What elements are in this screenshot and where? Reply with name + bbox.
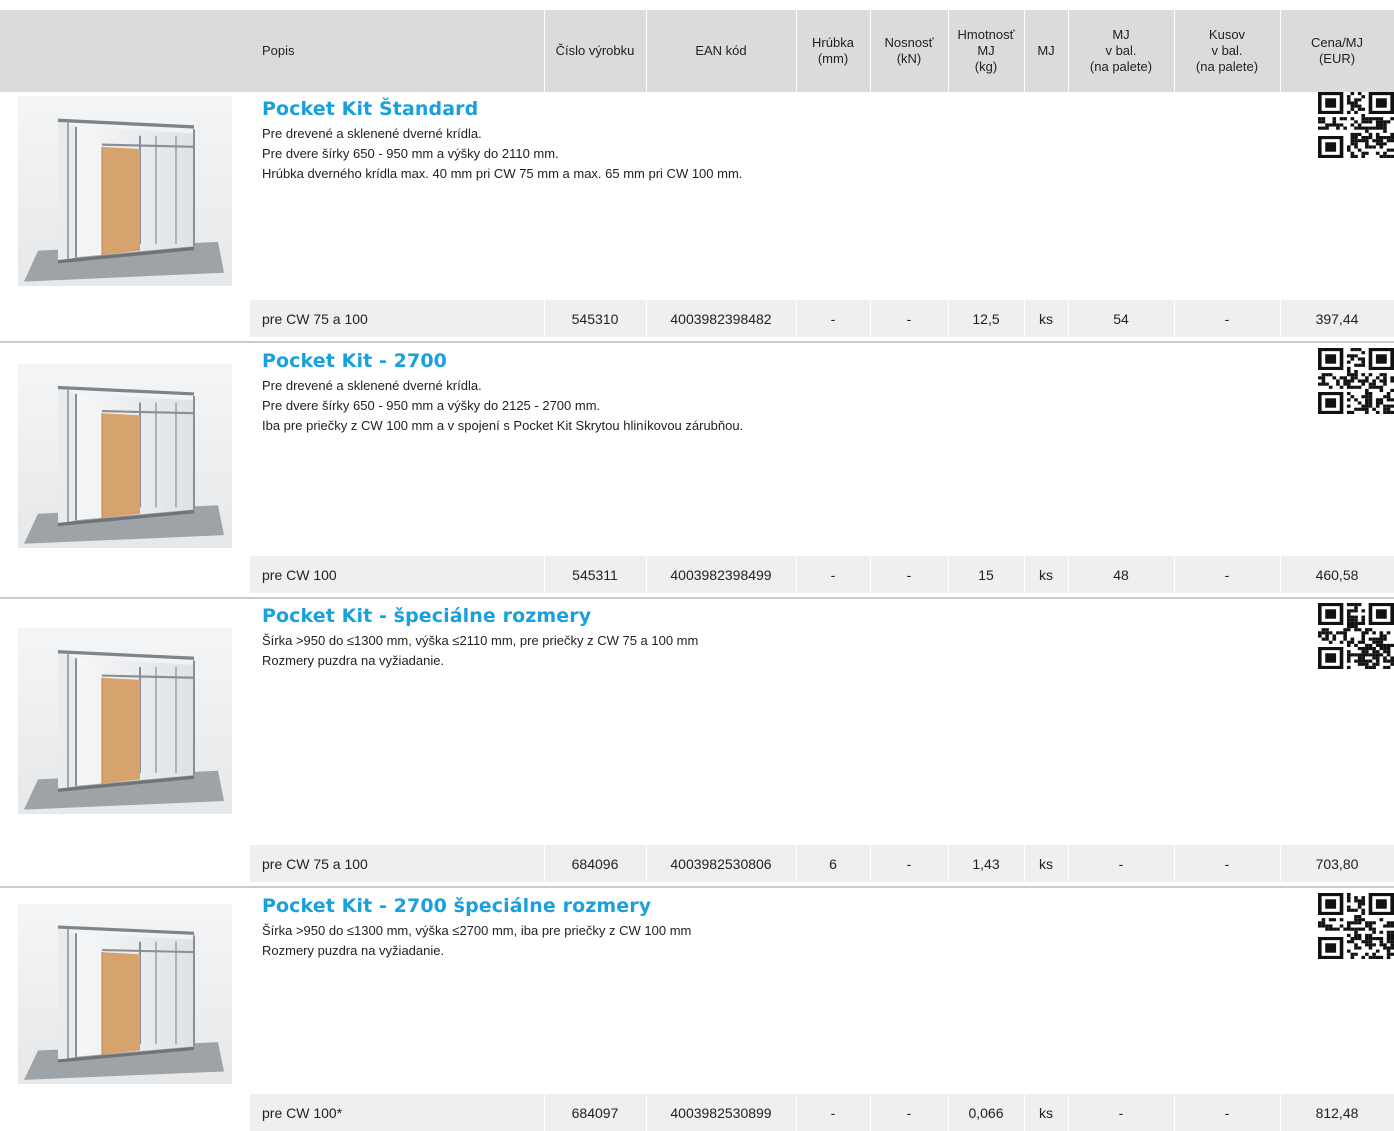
column-header-cena: Cena/MJ (EUR) (1310, 35, 1364, 66)
table-row: pre CW 100 545311 4003982398499 - - 15 ks 48 - 46… (250, 556, 1394, 593)
product-description-line: Pre dvere šírky 650 - 950 mm a výšky do … (262, 398, 601, 413)
product-description-line: Pre drevené a sklenené dverné krídla. (262, 126, 482, 141)
product-title: Pocket Kit Štandard (262, 98, 479, 120)
table-cell-cena: 460,58 (1315, 566, 1359, 583)
table-cell-cislo: 684096 (571, 855, 619, 872)
table-cell-ean: 4003982398482 (670, 310, 772, 327)
product-description-line: Rozmery puzdra na vyžiadanie. (262, 653, 445, 668)
table-cell-hrubka: 6 (829, 855, 837, 872)
table-cell-nosnost: - (906, 1104, 912, 1121)
table-cell-hmotnost: 15 (978, 566, 994, 583)
product-description: Pre drevené a sklenené dverné krídla. Pre… (262, 124, 742, 184)
column-header-kusov-v-bal: Kusov v bal. (na palete) (1195, 27, 1259, 74)
product-divider (0, 341, 1394, 343)
table-cell-popis: pre CW 100* (262, 1104, 343, 1121)
table-cell-ean: 4003982530806 (670, 855, 772, 872)
table-cell-popis: pre CW 100 (262, 566, 337, 583)
product-description-line: Šírka >950 do ≤1300 mm, výška ≤2700 mm, … (262, 923, 692, 938)
table-cell-kusov: - (1224, 566, 1230, 583)
table-cell-hrubka: - (830, 1104, 836, 1121)
table-cell-mj: ks (1039, 855, 1053, 872)
table-cell-ean: 4003982530899 (670, 1104, 772, 1121)
table-cell-mj_bal: - (1118, 1104, 1124, 1121)
table-cell-mj: ks (1039, 1104, 1053, 1121)
table-cell-nosnost: - (906, 566, 912, 583)
product-description: Pre drevené a sklenené dverné krídla. Pre… (262, 376, 743, 436)
table-cell-kusov: - (1224, 1104, 1230, 1121)
column-header-mj-v-bal: MJ v bal. (na palete) (1089, 27, 1153, 74)
table-cell-hmotnost: 1,43 (972, 855, 1000, 872)
table-cell-mj_bal: - (1118, 855, 1124, 872)
product-image (18, 364, 232, 551)
table-cell-mj_bal: 48 (1113, 566, 1129, 583)
table-cell-cena: 703,80 (1315, 855, 1359, 872)
product-title: Pocket Kit - špeciálne rozmery (262, 605, 592, 627)
table-cell-cislo: 545310 (571, 310, 619, 327)
table-cell-mj_bal: 54 (1113, 310, 1129, 327)
table-cell-mj: ks (1039, 310, 1053, 327)
product-description-line: Šírka >950 do ≤1300 mm, výška ≤2110 mm, … (262, 633, 699, 648)
table-cell-cislo: 545311 (572, 566, 618, 583)
column-header-hmotnost: Hmotnosť MJ (kg) (957, 27, 1015, 74)
table-cell-popis: pre CW 75 a 100 (262, 310, 368, 327)
qr-code-icon[interactable] (1318, 348, 1394, 414)
product-description-line: Pre drevené a sklenené dverné krídla. (262, 378, 482, 393)
table-cell-kusov: - (1224, 310, 1230, 327)
column-header-hrubka: Hrúbka (mm) (812, 35, 854, 66)
table-cell-hrubka: - (830, 310, 836, 327)
product-image (18, 96, 232, 289)
product-description: Šírka >950 do ≤1300 mm, výška ≤2110 mm, … (262, 631, 698, 671)
table-cell-ean: 4003982398499 (670, 566, 772, 583)
column-header-cislo-vyrobku: Číslo výrobku (555, 43, 635, 58)
product-title: Pocket Kit - 2700 (262, 350, 447, 372)
table-cell-kusov: - (1224, 855, 1230, 872)
table-cell-nosnost: - (906, 310, 912, 327)
product-divider (0, 886, 1394, 888)
product-description-line: Hrúbka dverného krídla max. 40 mm pri CW… (262, 166, 743, 181)
table-row: pre CW 75 a 100 545310 4003982398482 - - 12,5… (250, 300, 1394, 337)
product-description-line: Iba pre priečky z CW 100 mm a v spojení … (262, 418, 744, 433)
product-image (18, 904, 232, 1087)
table-cell-cena: 397,44 (1315, 310, 1359, 327)
table-cell-hrubka: - (830, 566, 836, 583)
table-cell-nosnost: - (906, 855, 912, 872)
product-description: Šírka >950 do ≤1300 mm, výška ≤2700 mm, … (262, 921, 691, 961)
column-header-nosnost: Nosnosť (kN) (884, 35, 934, 66)
table-row: pre CW 100* 684097 4003982530899 - - 0,066 ks -… (250, 1094, 1394, 1131)
table-cell-hmotnost: 0,066 (968, 1104, 1004, 1121)
qr-code-icon[interactable] (1318, 893, 1394, 959)
column-header-popis: Popis (262, 43, 295, 58)
table-cell-mj: ks (1039, 566, 1053, 583)
product-description-line: Pre dvere šírky 650 - 950 mm a výšky do … (262, 146, 559, 161)
product-title: Pocket Kit - 2700 špeciálne rozmery (262, 895, 652, 917)
table-cell-cena: 812,48 (1315, 1104, 1359, 1121)
product-divider (0, 597, 1394, 599)
column-header-mj: MJ (1037, 43, 1055, 58)
qr-code-icon[interactable] (1318, 92, 1394, 158)
qr-code-icon[interactable] (1318, 603, 1394, 669)
product-description-line: Rozmery puzdra na vyžiadanie. (262, 943, 445, 958)
table-cell-cislo: 684097 (571, 1104, 619, 1121)
product-image (18, 628, 232, 817)
table-cell-popis: pre CW 75 a 100 (262, 855, 368, 872)
column-header-ean: EAN kód (695, 43, 747, 58)
table-row: pre CW 75 a 100 684096 4003982530806 6 - 1,43… (250, 845, 1394, 882)
table-cell-hmotnost: 12,5 (972, 310, 1000, 327)
